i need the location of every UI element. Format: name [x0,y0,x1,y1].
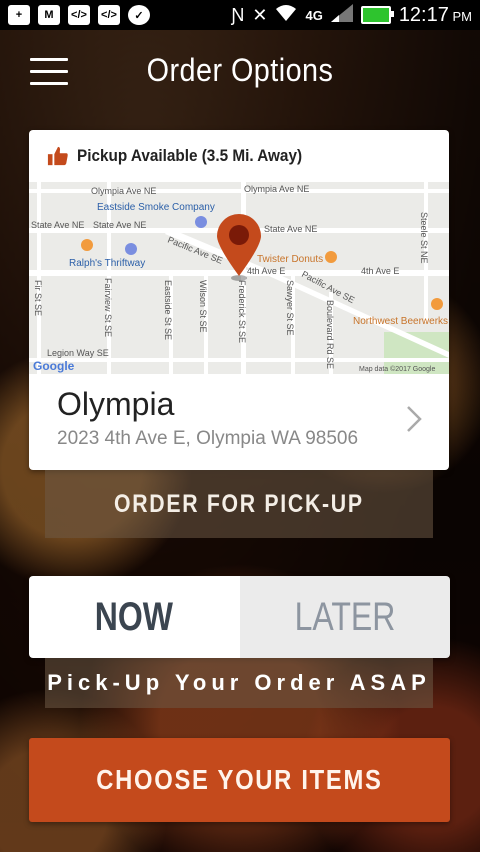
pickup-availability-row: Pickup Available (3.5 Mi. Away) [29,130,449,182]
code-icon: </> [68,5,90,25]
restaurant-icon [325,251,337,263]
signal-icon [330,3,353,27]
map-label: Olympia Ave NE [91,186,156,196]
map-label: 4th Ave E [361,266,399,276]
map-label: State Ave NE [31,220,84,230]
map-label: 4th Ave E [247,266,285,276]
map-label: Fir St SE [33,280,43,316]
add-icon: + [8,5,30,25]
map-attribution: Map data ©2017 Google [359,365,435,373]
clock: 12:17 PM [398,3,472,26]
shopping-icon [125,243,137,255]
timing-caption: Pick-Up Your Order ASAP [45,658,433,708]
thumbs-up-icon [47,146,68,166]
wifi-icon [275,4,297,27]
map-label: Eastside St SE [163,280,173,340]
timing-toggle: NOW LATER [29,576,450,658]
check-icon: ✓ [128,5,150,25]
location-name: Olympia [57,386,175,422]
battery-charging-icon [360,6,394,24]
map-label: Steele St NE [419,212,429,264]
location-address: 2023 4th Ave E, Olympia WA 98506 [57,428,359,449]
map-label: Twister Donuts [257,254,323,265]
poi-marker-icon [195,216,207,228]
order-for-pickup-button[interactable]: ORDER FOR PICK-UP [45,470,433,538]
choose-items-button[interactable]: CHOOSE YOUR ITEMS [29,738,450,822]
nfc-icon: Ɲ [231,4,245,25]
brewery-icon [431,298,443,310]
gmail-icon: M [38,5,60,25]
header: Order Options [0,30,480,120]
map-label: Boulevard Rd SE [325,300,335,369]
mute-icon: ✕ [252,4,268,25]
location-selector[interactable]: Olympia 2023 4th Ave E, Olympia WA 98506 [29,374,449,470]
page-title: Order Options [146,52,334,88]
map-label: Eastside Smoke Company [97,202,215,213]
toggle-later[interactable]: LATER [239,576,450,658]
map-label: Ralph's Thriftway [69,258,145,269]
lte-icon: 4G [305,7,323,23]
pickup-availability-text: Pickup Available (3.5 Mi. Away) [77,146,303,165]
status-bar: + M </> </> ✓ Ɲ ✕ 4G 12:17 PM [0,0,480,30]
toggle-now[interactable]: NOW [29,576,240,658]
chevron-right-icon [407,406,422,432]
map-label: Wilson St SE [198,280,208,333]
map-label: State Ave NE [93,220,146,230]
code-icon: </> [98,5,120,25]
map-label: Fairview St SE [103,278,113,337]
google-logo: Google [33,359,75,373]
pickup-location-card: Pickup Available (3.5 Mi. Away) Olympia … [29,130,449,470]
restaurant-icon [81,239,93,251]
location-map[interactable]: Olympia Ave NE Olympia Ave NE Eastside S… [29,182,449,374]
map-label: Northwest Beerwerks [353,316,448,327]
map-label: Sawyer St SE [285,280,295,336]
map-label: Legion Way SE [47,348,109,358]
map-label: Olympia Ave NE [244,184,309,194]
map-label: State Ave NE [264,224,317,234]
map-label: Frederick St SE [237,280,247,343]
